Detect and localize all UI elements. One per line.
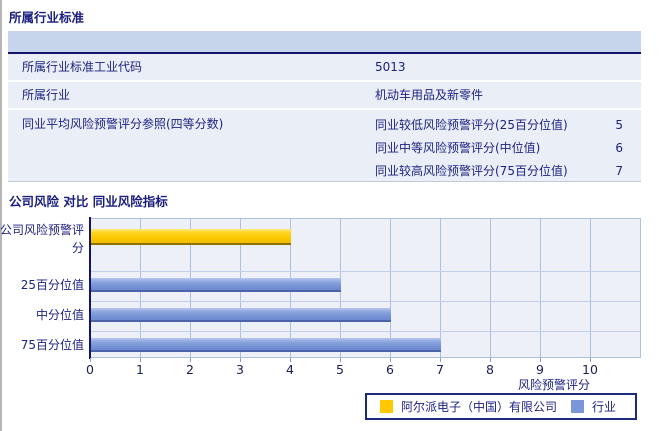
- bar-中分位值: [91, 308, 391, 322]
- quartile-line: 同业较低风险预警评分(25百分位值) 5: [375, 114, 641, 137]
- category-separator: [91, 331, 640, 332]
- quartile-line: 同业较高风险预警评分(75百分位值) 7: [375, 160, 641, 183]
- industry-code-value: 5013: [375, 60, 406, 74]
- window-left-edge: [0, 0, 2, 431]
- category-label-p25: 25百分位值: [20, 278, 84, 292]
- quartile-line: 同业中等风险预警评分(中位值) 6: [375, 137, 641, 160]
- quartile-high-label: 同业较高风险预警评分(75百分位值): [375, 164, 568, 178]
- bar-25百分位值: [91, 278, 341, 292]
- x-tick-label: 8: [486, 362, 494, 377]
- category-label-median: 中分位值: [35, 308, 84, 322]
- quartile-high-value: 7: [615, 164, 623, 178]
- industry-name-value: 机动车用品及新零件: [375, 88, 484, 102]
- industry-standard-table: 所属行业标准工业代码 5013 所属行业 机动车用品及新零件 同业平均风险预警评…: [8, 31, 641, 182]
- quartile-mid-label: 同业中等风险预警评分(中位值): [375, 141, 541, 155]
- x-tick-label: 9: [536, 362, 544, 377]
- x-tick-label: 7: [436, 362, 444, 377]
- industry-risk-report: 所属行业标准 所属行业标准工业代码 5013 所属行业 机动车用品及新零件 同业…: [0, 0, 660, 431]
- bar-75百分位值: [91, 338, 441, 352]
- gridline: [590, 219, 591, 357]
- gridline: [540, 219, 541, 357]
- table-row: 所属行业标准工业代码 5013: [8, 54, 641, 82]
- category-label-company-score: 公司风险预警评分: [0, 223, 85, 255]
- plot-area: [91, 218, 641, 358]
- x-tick-label: 10: [582, 362, 598, 377]
- gridline: [440, 219, 441, 357]
- industry-code-label: 所属行业标准工业代码: [22, 60, 143, 74]
- x-tick-label: 2: [186, 362, 194, 377]
- table-header-band: [8, 31, 641, 54]
- peer-reference-label: 同业平均风险预警评分参照(四等分数): [22, 117, 224, 131]
- industry-name-label: 所属行业: [22, 88, 71, 102]
- table-row: 同业平均风险预警评分参照(四等分数) 同业较低风险预警评分(25百分位值) 5 …: [8, 110, 641, 181]
- table-row: 所属行业 机动车用品及新零件: [8, 82, 641, 110]
- industry-color-swatch: [571, 400, 585, 413]
- x-axis-title: 风险预警评分: [517, 378, 590, 392]
- x-tick-label: 6: [386, 362, 394, 377]
- peer-reference-values: 同业较低风险预警评分(25百分位值) 5 同业中等风险预警评分(中位值) 6 同…: [375, 110, 641, 181]
- category-separator: [91, 301, 640, 302]
- legend-company-label: 阿尔派电子（中国）有限公司: [401, 400, 558, 414]
- comparison-section-title: 公司风险 对比 同业风险指标: [9, 194, 168, 209]
- quartile-low-value: 5: [615, 118, 623, 132]
- legend-item-company: 阿尔派电子（中国）有限公司: [380, 398, 557, 415]
- x-tick-label: 4: [286, 362, 294, 377]
- gridline: [490, 219, 491, 357]
- bar-公司风险预警评分: [91, 229, 291, 245]
- industry-standard-section-title: 所属行业标准: [9, 10, 85, 25]
- x-tick-label: 1: [136, 362, 144, 377]
- legend-industry-label: 行业: [592, 400, 617, 414]
- x-tick-label: 5: [336, 362, 344, 377]
- company-color-swatch: [380, 400, 393, 413]
- category-separator: [91, 271, 640, 272]
- quartile-mid-value: 6: [615, 141, 623, 155]
- x-tick-label: 3: [236, 362, 244, 377]
- legend-item-industry: 行业: [571, 398, 616, 415]
- category-label-p75: 75百分位值: [20, 338, 84, 352]
- chart-legend: 阿尔派电子（中国）有限公司 行业: [365, 393, 637, 420]
- x-tick-label: 0: [86, 362, 94, 377]
- quartile-low-label: 同业较低风险预警评分(25百分位值): [375, 118, 568, 132]
- gridline: [390, 219, 391, 357]
